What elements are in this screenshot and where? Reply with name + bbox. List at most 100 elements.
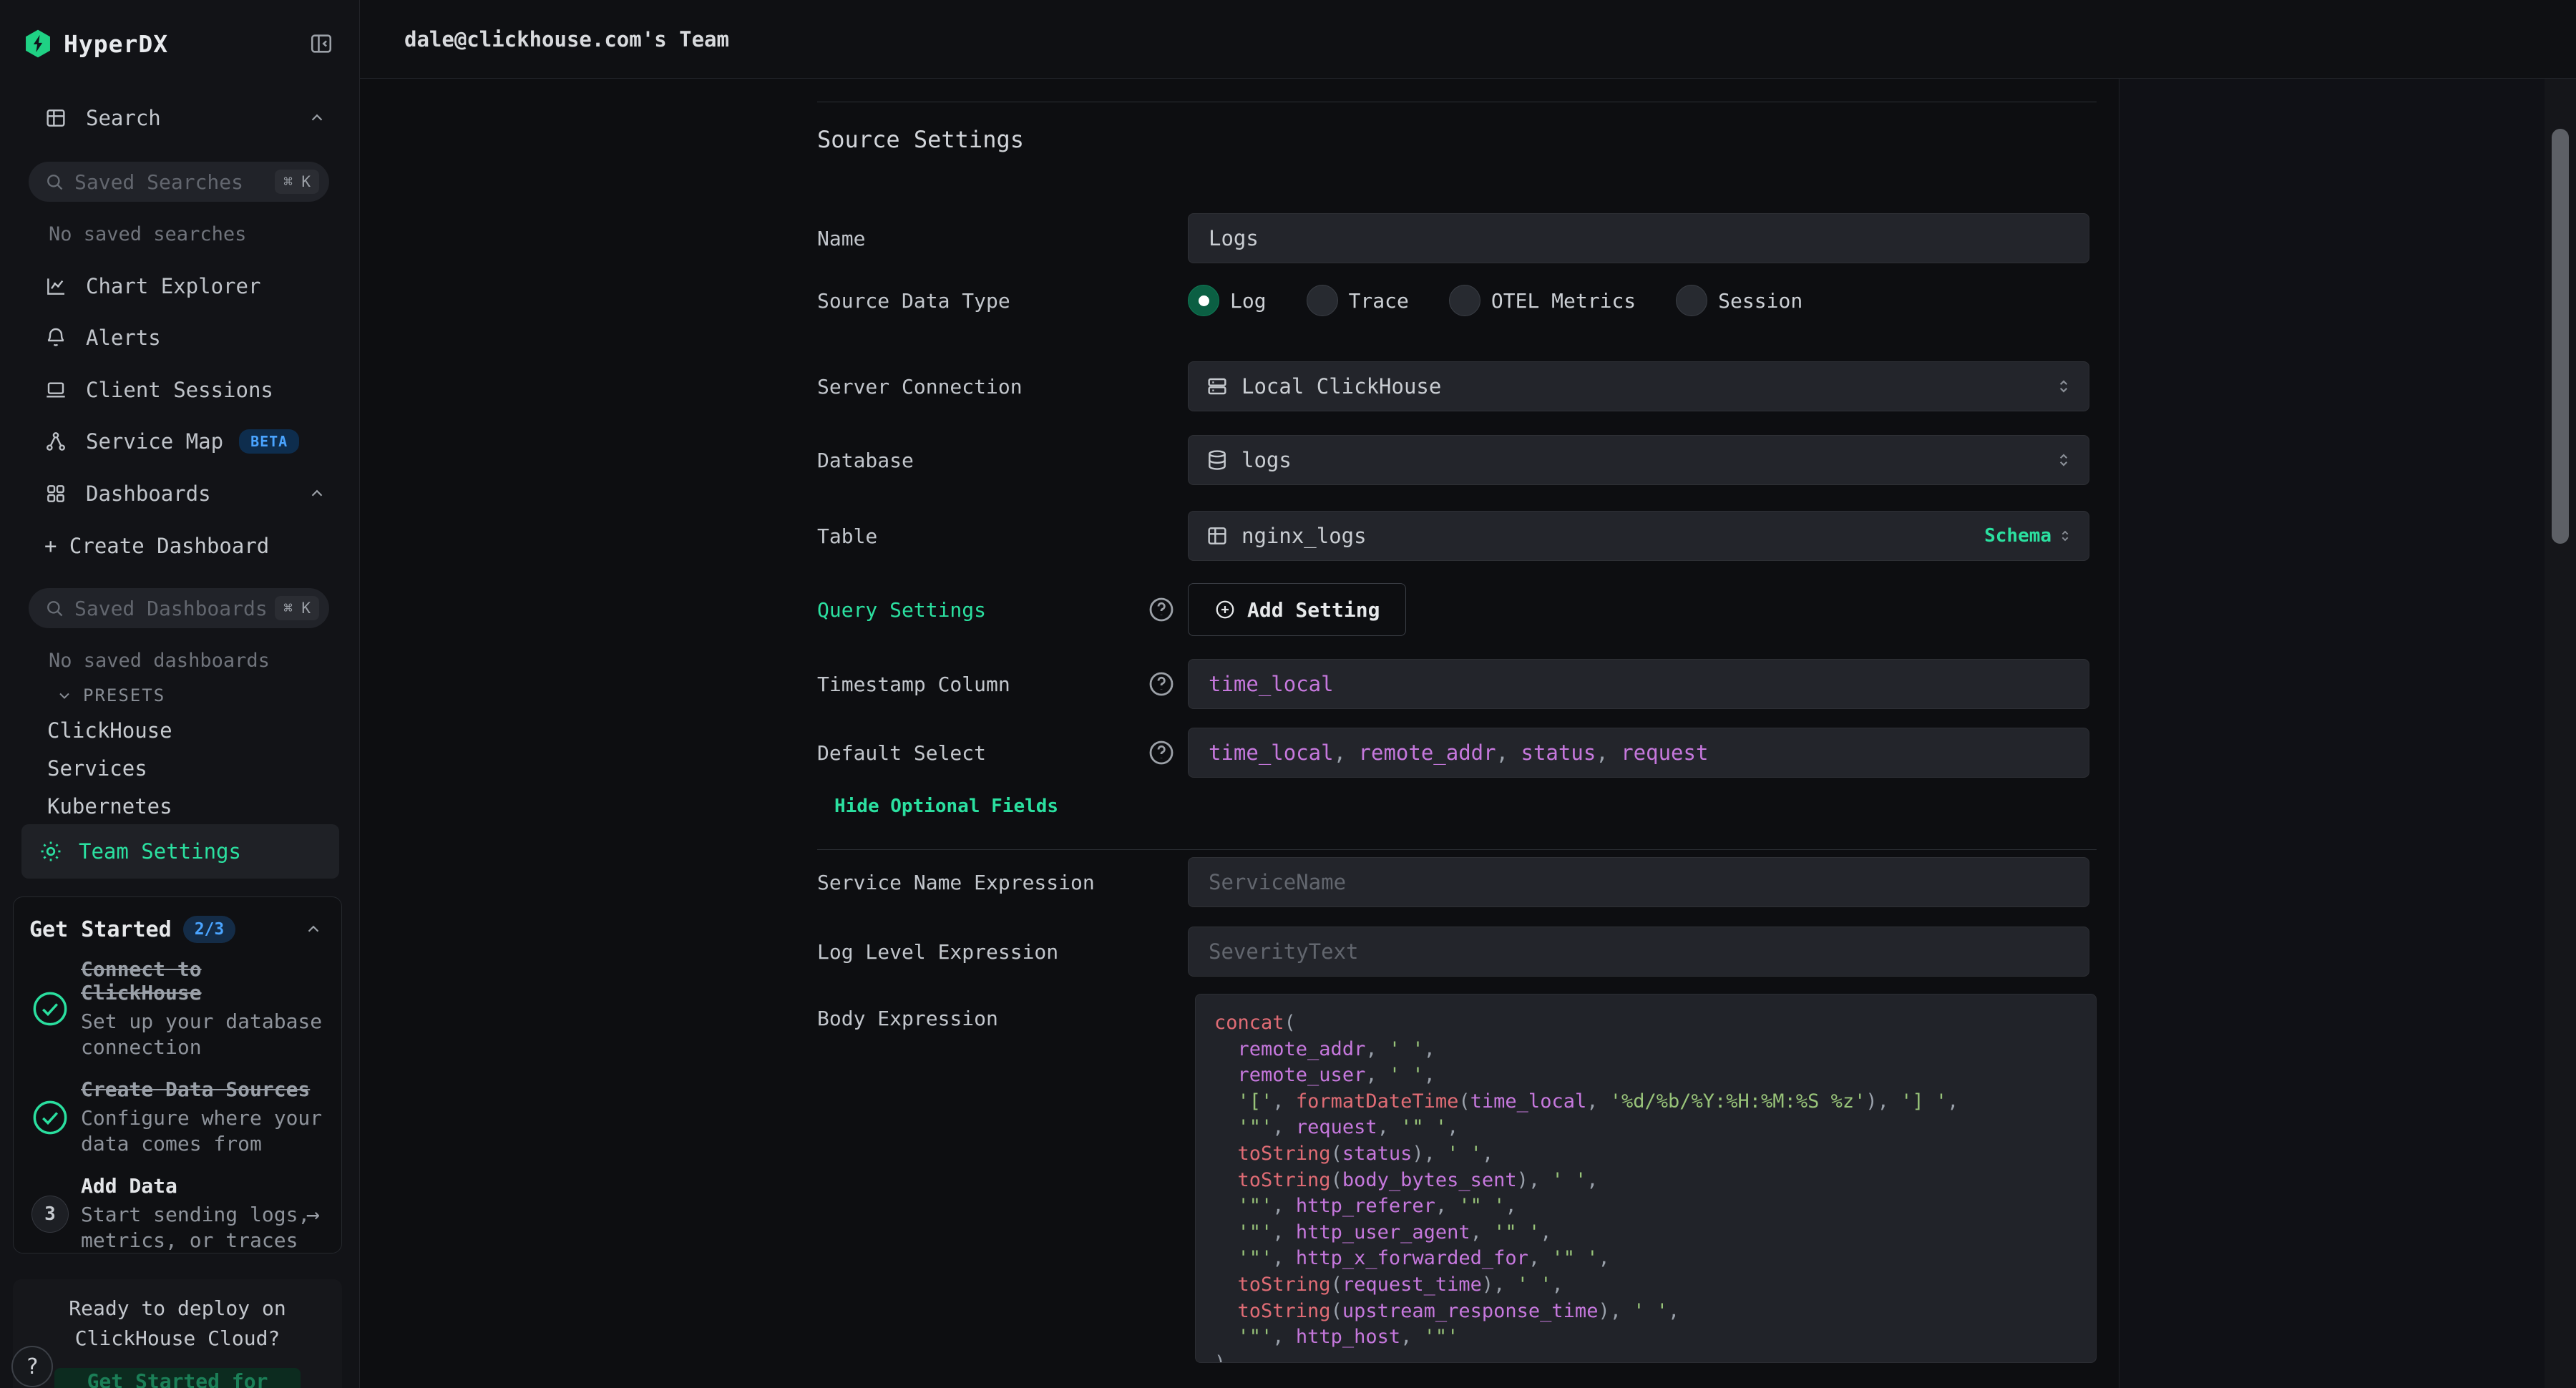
sidebar-item-team-settings[interactable]: Team Settings	[21, 824, 339, 879]
server-connection-value: Local ClickHouse	[1241, 374, 1441, 399]
check-circle-icon	[29, 1077, 71, 1157]
preset-item-kubernetes[interactable]: Kubernetes	[47, 788, 172, 825]
code-line: remote_addr, ' ',	[1214, 1037, 2077, 1063]
right-gutter	[2119, 79, 2545, 1388]
preset-item-services[interactable]: Services	[47, 750, 147, 787]
saved-dashboards-input[interactable]: Saved Dashboards ⌘ K	[29, 588, 329, 628]
sidebar-item-service-map[interactable]: Service MapBETA	[0, 416, 359, 466]
search-icon	[44, 172, 64, 192]
sidebar-item-client-sessions[interactable]: Client Sessions	[0, 365, 359, 415]
preset-item-clickhouse[interactable]: ClickHouse	[47, 712, 172, 749]
radio-icon[interactable]	[1676, 285, 1707, 316]
select-chevrons-icon	[2054, 451, 2073, 469]
help-button[interactable]: ?	[11, 1346, 53, 1387]
alerts-icon	[44, 326, 67, 349]
get-started-step-2[interactable]: Create Data Sources Configure where your …	[14, 1069, 341, 1165]
code-line: '"', request, '" ',	[1214, 1115, 2077, 1141]
source-data-type-label: Source Data Type	[817, 289, 1146, 313]
table-icon	[1206, 524, 1229, 547]
radio-label: OTEL Metrics	[1491, 289, 1636, 313]
field-row-query-settings: Query Settings Add Setting	[817, 583, 2097, 636]
radio-selected-icon[interactable]	[1188, 285, 1219, 316]
sidebar-item-alerts[interactable]: Alerts	[0, 313, 359, 363]
sidebar-section-search[interactable]: Search	[0, 97, 359, 139]
shortcut-badge: ⌘ K	[275, 170, 319, 194]
sidebar-item-chart-explorer[interactable]: Chart Explorer	[0, 261, 359, 311]
select-chevrons-icon	[2054, 377, 2073, 396]
help-circle-icon[interactable]	[1146, 669, 1176, 699]
sidebar-collapse-icon[interactable]	[305, 27, 338, 60]
help-circle-icon[interactable]	[1146, 595, 1176, 625]
get-started-header[interactable]: Get Started 2/3	[14, 897, 341, 949]
table-select[interactable]: nginx_logs Schema	[1188, 511, 2089, 561]
code-line: toString(upstream_response_time), ' ',	[1214, 1299, 2077, 1325]
radio-label: Trace	[1349, 289, 1409, 313]
check-circle-icon	[29, 957, 71, 1060]
get-started-free-button[interactable]: Get Started for Free	[54, 1368, 301, 1388]
step-title: Connect to ClickHouse	[81, 957, 323, 1005]
radio-icon[interactable]	[1307, 285, 1338, 316]
service-name-input[interactable]	[1188, 857, 2089, 907]
chevron-up-icon	[304, 920, 323, 939]
radio-icon[interactable]	[1449, 285, 1480, 316]
log-level-input[interactable]	[1188, 927, 2089, 977]
schema-button[interactable]: Schema	[1984, 525, 2051, 547]
team-settings-label: Team Settings	[79, 839, 241, 864]
add-setting-button[interactable]: Add Setting	[1188, 583, 1406, 636]
timestamp-column-input[interactable]	[1188, 659, 2089, 709]
radio-option-trace[interactable]: Trace	[1307, 285, 1409, 316]
default-select-input[interactable]: time_local, remote_addr, status, request	[1188, 728, 2089, 778]
body-expression-editor[interactable]: concat( remote_addr, ' ', remote_user, '…	[1195, 994, 2097, 1363]
get-started-title: Get Started	[29, 917, 172, 942]
code-line: '[', formatDateTime(time_local, '%d/%b/%…	[1214, 1089, 2077, 1115]
scrollbar-track[interactable]	[2545, 79, 2576, 1388]
field-row-default-select: Default Select time_local, remote_addr, …	[817, 728, 2097, 778]
database-label: Database	[817, 449, 1146, 472]
radio-option-log[interactable]: Log	[1188, 285, 1267, 316]
field-row-name: Name	[817, 213, 2097, 263]
sidebar-item-label: Alerts	[86, 326, 161, 350]
saved-searches-placeholder: Saved Searches	[74, 170, 243, 194]
radio-option-session[interactable]: Session	[1676, 285, 1802, 316]
database-select[interactable]: logs	[1188, 435, 2089, 485]
topbar: dale@clickhouse.com's Team	[360, 0, 2576, 79]
log-level-label: Log Level Expression	[817, 940, 1146, 964]
sidebar-item-label: Dashboards	[86, 482, 211, 506]
step-body: Add DataStart sending logs, metrics, or …	[81, 1174, 323, 1253]
table-value: nginx_logs	[1241, 524, 1367, 548]
presets-label: PRESETS	[83, 685, 165, 705]
database-value: logs	[1241, 448, 1292, 472]
help-circle-icon[interactable]	[1146, 738, 1176, 768]
radio-label: Log	[1230, 289, 1267, 313]
presets-toggle[interactable]: PRESETS	[56, 685, 165, 705]
create-dashboard-button[interactable]: + Create Dashboard	[0, 523, 359, 569]
server-icon	[1206, 375, 1229, 398]
chevron-up-icon	[308, 484, 326, 503]
field-row-server-connection: Server Connection Local ClickHouse	[817, 361, 2097, 411]
default-select-label: Default Select	[817, 741, 1146, 765]
shortcut-badge: ⌘ K	[275, 596, 319, 620]
server-connection-label: Server Connection	[817, 375, 1146, 399]
field-row-database: Database logs	[817, 435, 2097, 485]
sidebar-item-dashboards[interactable]: Dashboards	[0, 469, 359, 519]
code-line: toString(request_time), ' ',	[1214, 1272, 2077, 1299]
saved-searches-input[interactable]: Saved Searches ⌘ K	[29, 162, 329, 202]
radio-option-otel-metrics[interactable]: OTEL Metrics	[1449, 285, 1636, 316]
name-input[interactable]	[1188, 213, 2089, 263]
hide-optional-fields-link[interactable]: Hide Optional Fields	[834, 796, 1058, 817]
name-label: Name	[817, 227, 1146, 250]
step-title: Create Data Sources	[81, 1077, 323, 1101]
scrollbar-thumb[interactable]	[2552, 129, 2569, 544]
field-row-timestamp: Timestamp Column	[817, 659, 2097, 709]
cloud-promo-text: Ready to deploy on ClickHouse Cloud?	[30, 1294, 325, 1354]
code-line: toString(status), ' ',	[1214, 1141, 2077, 1168]
divider	[817, 849, 2097, 850]
server-connection-select[interactable]: Local ClickHouse	[1188, 361, 2089, 411]
code-line: '"', http_x_forwarded_for, '" ',	[1214, 1246, 2077, 1272]
sidebar-item-label: Chart Explorer	[86, 274, 260, 298]
step-description: Configure where your data comes from	[81, 1105, 323, 1157]
get-started-step-3[interactable]: 3Add DataStart sending logs, metrics, or…	[14, 1165, 341, 1253]
get-started-step-1[interactable]: Connect to ClickHouseSet up your databas…	[14, 949, 341, 1069]
code-line: '"', http_referer, '" ',	[1214, 1193, 2077, 1220]
search-section-icon	[44, 107, 67, 129]
